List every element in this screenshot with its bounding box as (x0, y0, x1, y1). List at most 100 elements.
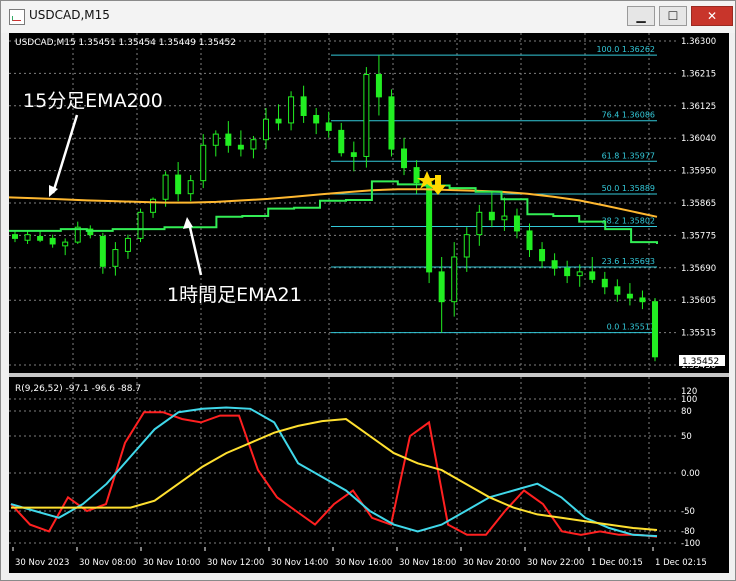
candle-body (564, 267, 571, 277)
indicator-tick-label: -50 (681, 507, 695, 517)
price-tick-label: 1.35865 (681, 199, 716, 209)
fib-level-label: 50.0 1.35889 (602, 184, 655, 193)
indicator-tick-label: 100 (681, 395, 697, 405)
candle-body (225, 133, 232, 146)
candle-body (476, 211, 483, 236)
candle-body (363, 74, 370, 157)
price-tick-label: 1.35515 (681, 329, 716, 339)
candle-body (250, 139, 257, 150)
candle-body (124, 237, 131, 252)
indicator-pane[interactable] (9, 377, 677, 547)
indicator-tick-label: 0.00 (681, 469, 700, 479)
price-tick-label: 1.35775 (681, 231, 716, 241)
candle-body (601, 278, 608, 288)
time-tick-label: 30 Nov 18:00 (399, 558, 456, 568)
price-tick-label: 1.36040 (681, 134, 716, 144)
time-tick-label: 30 Nov 20:00 (463, 558, 520, 568)
candle-body (300, 96, 307, 116)
pane-separator[interactable] (9, 373, 729, 377)
candle-body (426, 182, 433, 273)
time-tick-label: 30 Nov 2023 (15, 558, 69, 568)
window-title: USDCAD,M15 (29, 8, 110, 22)
candle-body (375, 74, 382, 98)
candle-body (187, 180, 194, 195)
candle-body (501, 215, 508, 221)
indicator-header: R(9,26,52) -97.1 -96.6 -88.7 (15, 384, 141, 394)
candle-body (325, 122, 332, 131)
candle-body (137, 211, 144, 239)
candle-body (288, 96, 295, 124)
chart-area[interactable]: 100.0 1.36262 76.4 1.36086 61.8 1.35977 50.… (9, 33, 729, 573)
candle-body (237, 144, 244, 150)
time-tick-label: 30 Nov 14:00 (271, 558, 328, 568)
candle-body (37, 236, 44, 241)
candle-body (614, 286, 621, 295)
candle-body (49, 237, 56, 245)
candle-body (626, 293, 633, 299)
price-tick-label: 1.35605 (681, 296, 716, 306)
price-tick-label: 1.35690 (681, 264, 716, 274)
candle-body (24, 234, 31, 241)
candle-body (451, 256, 458, 303)
candle-body (539, 249, 546, 262)
time-tick-label: 30 Nov 08:00 (79, 558, 136, 568)
candle-body (551, 260, 558, 269)
time-tick-label: 30 Nov 12:00 (207, 558, 264, 568)
candle-body (12, 234, 18, 239)
candle-body (262, 118, 269, 141)
candle-body (652, 301, 658, 358)
candle-body (463, 234, 470, 258)
candle-body (413, 167, 420, 184)
candle-body (99, 236, 106, 267)
fib-level-label: 76.4 1.36086 (602, 111, 655, 120)
price-tick-label: 1.36215 (681, 69, 716, 79)
ema200-annotation: 15分足EMA200 (23, 90, 163, 112)
maximize-button[interactable]: ☐ (659, 6, 687, 26)
indicator-tick-label: -80 (681, 527, 695, 537)
fib-level-label: 38.2 1.35802 (602, 216, 655, 225)
candle-body (313, 114, 320, 124)
candle-body (488, 211, 495, 221)
candle-body (350, 152, 357, 157)
minimize-button[interactable]: ▁ (627, 6, 655, 26)
title-bar: USDCAD,M15 ▁ ☐ ✕ (1, 1, 735, 33)
candle-body (438, 271, 445, 303)
candle-body (589, 271, 596, 280)
candle-body (401, 148, 408, 169)
candle-body (150, 198, 157, 213)
chart-window-icon (9, 9, 25, 25)
candle-body (112, 249, 119, 267)
terminal-window: USDCAD,M15 ▁ ☐ ✕ 100.0 1.36262 76.4 1.360… (0, 0, 736, 581)
ema21-annotation: 1時間足EMA21 (167, 284, 302, 306)
candle-body (275, 118, 282, 124)
time-tick-label: 30 Nov 10:00 (143, 558, 200, 568)
fib-level-label: 61.8 1.35977 (602, 151, 655, 160)
price-tick-label: 1.36125 (681, 102, 716, 112)
candle-body (62, 241, 69, 247)
close-button[interactable]: ✕ (691, 6, 733, 26)
candle-body (388, 96, 395, 150)
candle-body (175, 174, 182, 195)
candle-body (200, 144, 207, 182)
price-tick-label: 1.35950 (681, 167, 716, 177)
chart-header: USDCAD,M15 1.35451 1.35454 1.35449 1.354… (15, 38, 236, 48)
time-tick-label: 1 Dec 00:15 (591, 558, 643, 568)
fib-level-label: 0.0 1.35517 (607, 323, 655, 332)
indicator-tick-label: -100 (681, 539, 700, 549)
candle-body (526, 230, 533, 251)
time-tick-label: 30 Nov 22:00 (527, 558, 584, 568)
fib-level-label: 23.6 1.35693 (602, 257, 655, 266)
candle-body (639, 297, 646, 303)
candle-body (338, 129, 345, 154)
fib-level-label: 100.0 1.36262 (596, 45, 655, 54)
price-tick-label: 1.36300 (681, 37, 716, 47)
candle-body (513, 215, 520, 232)
candle-body (576, 271, 583, 277)
candle-body (212, 133, 219, 146)
indicator-tick-label: 80 (681, 407, 692, 417)
time-tick-label: 1 Dec 02:15 (655, 558, 707, 568)
indicator-tick-label: 50 (681, 432, 692, 442)
current-price-label: 1.35452 (682, 357, 719, 367)
time-tick-label: 30 Nov 16:00 (335, 558, 392, 568)
candle-body (162, 174, 169, 200)
